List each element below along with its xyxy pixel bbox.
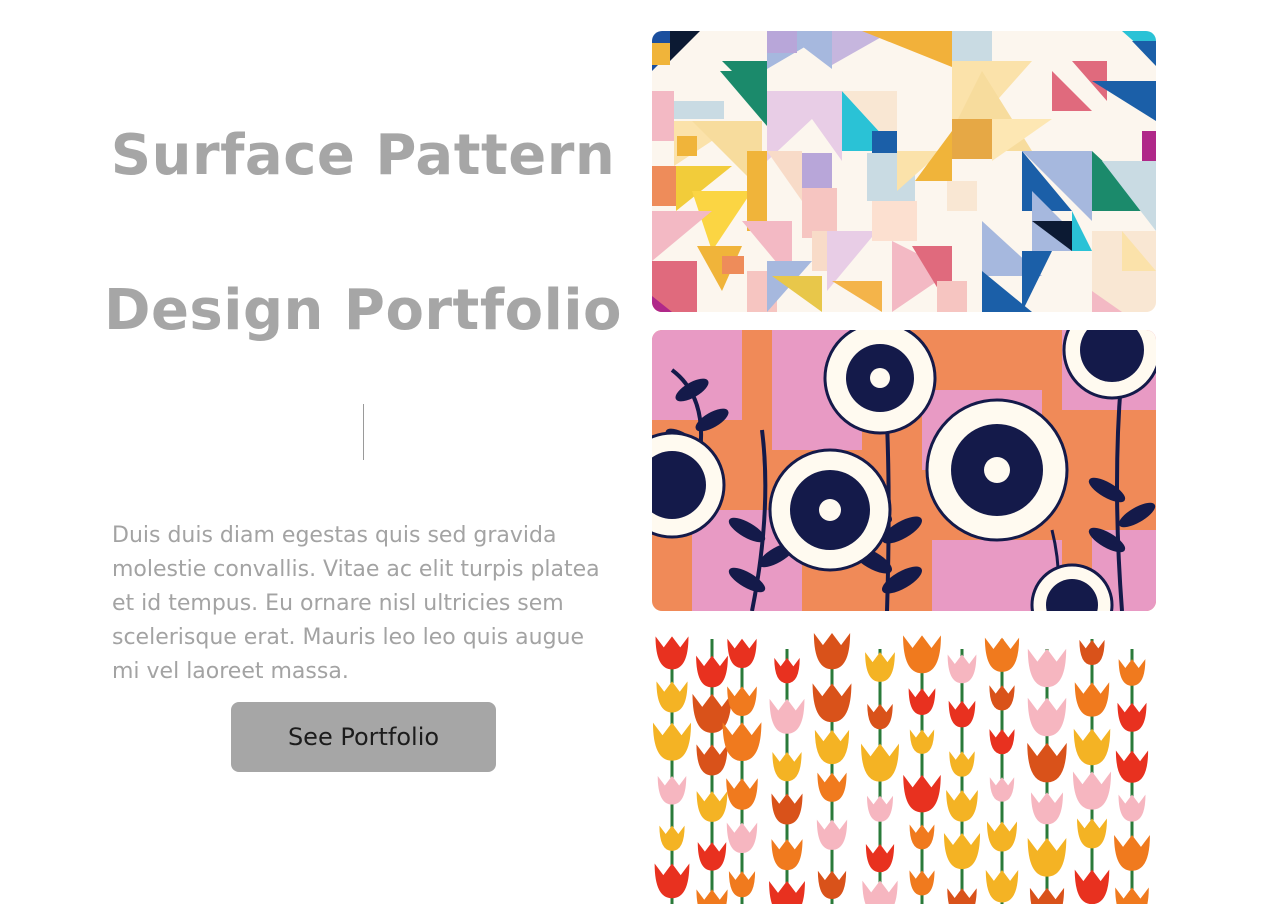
tulip-pattern-image[interactable] (652, 629, 1156, 904)
hero-description: Duis duis diam egestas quis sed gravida … (112, 523, 600, 684)
floral-pattern-image[interactable] (652, 330, 1156, 611)
geometric-pattern-image[interactable] (652, 31, 1156, 312)
page-title-line-1: Surface Pattern (110, 123, 616, 188)
page-title-line-2: Design Portfolio (103, 278, 623, 343)
vertical-divider (363, 404, 364, 460)
see-portfolio-button[interactable]: See Portfolio (231, 702, 496, 772)
hero-section: Surface Pattern Design Portfolio Duis du… (100, 0, 626, 904)
